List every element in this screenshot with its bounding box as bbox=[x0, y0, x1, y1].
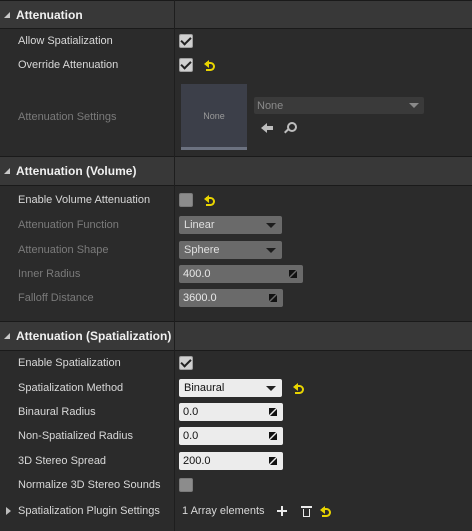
non-spatialized-radius-input[interactable]: 0.0 bbox=[179, 427, 283, 445]
property-label: Non-Spatialized Radius bbox=[18, 430, 133, 442]
resize-drag-icon[interactable] bbox=[269, 432, 277, 440]
number-value: 400.0 bbox=[183, 268, 211, 280]
row-non-spatialized-radius: Non-Spatialized Radius 0.0 bbox=[0, 424, 472, 448]
section-title: Attenuation bbox=[16, 7, 83, 22]
number-value: 200.0 bbox=[183, 454, 211, 467]
row-binaural-radius: Binaural Radius 0.0 bbox=[0, 400, 472, 424]
property-label: Attenuation Settings bbox=[18, 110, 117, 123]
row-attenuation-function: Attenuation Function Linear bbox=[0, 212, 472, 237]
property-label: Override Attenuation bbox=[18, 59, 119, 71]
property-label: 3D Stereo Spread bbox=[18, 454, 107, 467]
property-label: Spatialization Plugin Settings bbox=[18, 505, 160, 517]
property-label: Inner Radius bbox=[18, 268, 81, 280]
enable-spatialization-checkbox[interactable] bbox=[179, 356, 193, 370]
resize-drag-icon[interactable] bbox=[269, 456, 277, 465]
thumbnail-text: None bbox=[203, 110, 225, 121]
trash-icon[interactable] bbox=[300, 506, 312, 517]
property-label: Normalize 3D Stereo Sounds bbox=[18, 479, 161, 491]
use-selected-asset-icon[interactable] bbox=[261, 123, 273, 133]
asset-thumbnail[interactable]: None bbox=[181, 84, 247, 150]
inner-radius-input[interactable]: 400.0 bbox=[179, 265, 303, 283]
asset-combo-value: None bbox=[257, 99, 284, 112]
resize-drag-icon[interactable] bbox=[289, 270, 297, 278]
section-header-attenuation[interactable]: Attenuation bbox=[0, 0, 472, 29]
allow-spatialization-checkbox[interactable] bbox=[179, 34, 193, 48]
reset-to-default-icon[interactable] bbox=[204, 60, 215, 71]
resize-drag-icon[interactable] bbox=[269, 408, 277, 416]
row-falloff-distance: Falloff Distance 3600.0 bbox=[0, 286, 472, 309]
spatialization-method-dropdown[interactable]: Binaural bbox=[179, 378, 282, 397]
property-label: Spatialization Method bbox=[18, 381, 124, 394]
row-plugin-settings: Spatialization Plugin Settings 1 Array e… bbox=[0, 497, 472, 525]
section-header-spatialization[interactable]: Attenuation (Spatialization) bbox=[0, 321, 472, 351]
property-label: Enable Volume Attenuation bbox=[18, 193, 151, 206]
dropdown-value: Linear bbox=[184, 218, 215, 231]
attenuation-shape-dropdown[interactable]: Sphere bbox=[179, 240, 282, 259]
row-override-attenuation: Override Attenuation bbox=[0, 53, 472, 77]
attenuation-asset-dropdown[interactable]: None bbox=[254, 97, 424, 114]
reset-to-default-icon[interactable] bbox=[204, 194, 215, 206]
property-label: Allow Spatialization bbox=[18, 35, 113, 47]
stereo-spread-input[interactable]: 200.0 bbox=[179, 451, 283, 470]
normalize-stereo-checkbox[interactable] bbox=[179, 478, 193, 492]
resize-drag-icon[interactable] bbox=[269, 293, 277, 302]
row-normalize-stereo: Normalize 3D Stereo Sounds bbox=[0, 473, 472, 497]
property-label: Falloff Distance bbox=[18, 291, 94, 304]
chevron-down-icon bbox=[266, 247, 276, 253]
reset-to-default-icon[interactable] bbox=[293, 382, 304, 394]
row-enable-volume-attenuation: Enable Volume Attenuation bbox=[0, 187, 472, 212]
override-attenuation-checkbox[interactable] bbox=[179, 58, 193, 72]
dropdown-value: Sphere bbox=[184, 243, 220, 256]
row-spatialization-method: Spatialization Method Binaural bbox=[0, 375, 472, 400]
browse-asset-icon[interactable] bbox=[284, 122, 297, 134]
attenuation-function-dropdown[interactable]: Linear bbox=[179, 215, 282, 234]
collapse-triangle-icon[interactable] bbox=[4, 168, 10, 174]
falloff-distance-input[interactable]: 3600.0 bbox=[179, 288, 283, 307]
row-stereo-spread: 3D Stereo Spread 200.0 bbox=[0, 448, 472, 473]
dropdown-value: Binaural bbox=[184, 381, 225, 394]
property-label: Attenuation Shape bbox=[18, 243, 109, 256]
section-header-volume[interactable]: Attenuation (Volume) bbox=[0, 156, 472, 186]
chevron-down-icon bbox=[409, 103, 419, 108]
enable-volume-attenuation-checkbox[interactable] bbox=[179, 192, 193, 207]
array-count: 1 Array elements bbox=[182, 505, 265, 517]
section-title: Attenuation (Spatialization) bbox=[16, 329, 172, 343]
chevron-down-icon bbox=[266, 385, 276, 391]
collapse-triangle-icon[interactable] bbox=[4, 333, 10, 339]
reset-to-default-icon[interactable] bbox=[319, 506, 331, 517]
row-allow-spatialization: Allow Spatialization bbox=[0, 29, 472, 53]
number-value: 0.0 bbox=[183, 406, 199, 418]
plus-icon[interactable] bbox=[276, 506, 287, 516]
collapse-triangle-icon[interactable] bbox=[4, 11, 10, 18]
expand-arrow-icon[interactable] bbox=[6, 497, 11, 525]
chevron-down-icon bbox=[266, 222, 276, 228]
row-enable-spatialization: Enable Spatialization bbox=[0, 351, 472, 375]
section-title: Attenuation (Volume) bbox=[16, 164, 137, 178]
property-label: Attenuation Function bbox=[18, 218, 119, 231]
row-attenuation-shape: Attenuation Shape Sphere bbox=[0, 237, 472, 262]
binaural-radius-input[interactable]: 0.0 bbox=[179, 403, 283, 421]
row-inner-radius: Inner Radius 400.0 bbox=[0, 262, 472, 286]
number-value: 3600.0 bbox=[183, 291, 217, 304]
property-label: Enable Spatialization bbox=[18, 357, 121, 369]
property-label: Binaural Radius bbox=[18, 406, 96, 418]
number-value: 0.0 bbox=[183, 430, 199, 442]
